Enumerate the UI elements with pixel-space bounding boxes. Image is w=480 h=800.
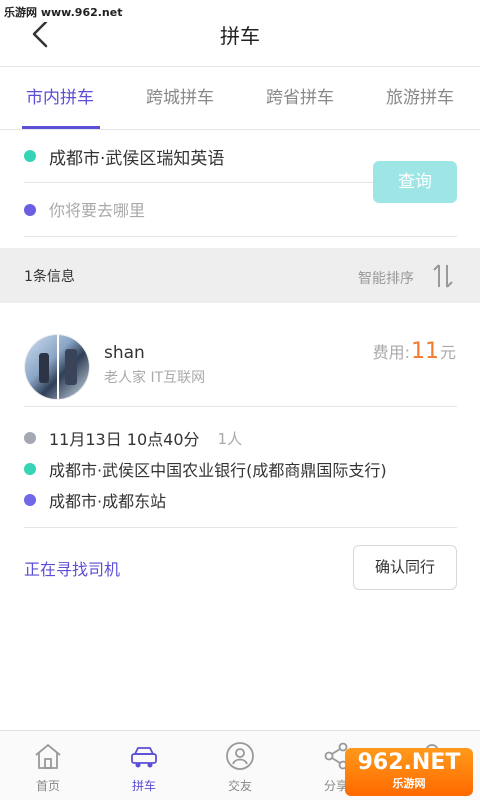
divider: [24, 527, 457, 528]
home-icon: [35, 743, 61, 769]
query-button[interactable]: 查询: [373, 161, 457, 203]
card-destination-row: 成都市·成都东站: [24, 488, 166, 512]
sort-icon[interactable]: [431, 262, 455, 290]
username: shan: [104, 343, 145, 363]
destination-dot-icon: [24, 494, 36, 506]
departure-time-row: 11月13日 10点40分 1人: [24, 426, 242, 450]
status-text: 正在寻找司机: [24, 560, 121, 579]
card-origin: 成都市·武侯区中国农业银行(成都商鼎国际支行): [49, 461, 387, 480]
route-search: 成都市·武侯区瑞知英语 查询: [0, 130, 480, 248]
user-subtitle: 老人家 IT互联网: [104, 370, 206, 386]
result-count: 1条信息: [24, 269, 75, 285]
tab-travel[interactable]: 旅游拼车: [360, 67, 480, 129]
fee-label: 费用:: [372, 343, 410, 362]
fee: 费用:11元: [373, 339, 456, 364]
page-title: 拼车: [220, 24, 260, 48]
destination-input[interactable]: [49, 200, 349, 220]
nav-friends-label: 交友: [227, 779, 252, 793]
watermark-logo: 962.NET 乐游网: [345, 748, 473, 796]
sort-button[interactable]: 智能排序: [358, 268, 414, 288]
origin-text: 成都市·武侯区瑞知英语: [49, 148, 225, 169]
friends-icon: [226, 742, 254, 770]
fee-unit: 元: [439, 343, 456, 362]
tab-bar: 市内拼车 跨城拼车 跨省拼车 旅游拼车: [0, 66, 480, 130]
car-icon: [131, 747, 157, 768]
watermark-text: 乐游网 www.962.net: [0, 0, 150, 22]
departure-time: 11月13日 10点40分: [49, 430, 200, 449]
tab-city[interactable]: 市内拼车: [0, 67, 120, 129]
seat-count: 1人: [217, 429, 243, 448]
avatar[interactable]: [24, 334, 90, 400]
destination-dot-icon: [24, 204, 36, 216]
nav-friends[interactable]: 交友: [192, 731, 288, 800]
nav-carpool-label: 拼车: [131, 779, 156, 793]
clock-dot-icon: [24, 432, 36, 444]
nav-carpool[interactable]: 拼车: [96, 731, 192, 800]
watermark-logo-sub: 乐游网: [392, 777, 426, 790]
card-destination: 成都市·成都东站: [49, 492, 167, 511]
nav-home[interactable]: 首页: [0, 731, 96, 800]
tab-intercity[interactable]: 跨城拼车: [120, 67, 240, 129]
confirm-ride-button[interactable]: 确认同行: [353, 545, 457, 590]
info-bar: 1条信息 智能排序: [0, 248, 480, 303]
origin-dot-icon: [24, 463, 36, 475]
carpool-card[interactable]: shan 老人家 IT互联网 费用:11元 11月13日 10点40分 1人 成…: [0, 303, 480, 600]
nav-home-label: 首页: [35, 779, 60, 793]
card-origin-row: 成都市·武侯区中国农业银行(成都商鼎国际支行): [24, 457, 387, 481]
watermark-logo-text: 962.NET: [357, 750, 461, 775]
divider: [24, 406, 457, 407]
tab-interprovince[interactable]: 跨省拼车: [240, 67, 360, 129]
fee-amount: 11: [410, 339, 439, 364]
origin-dot-icon: [24, 150, 36, 162]
